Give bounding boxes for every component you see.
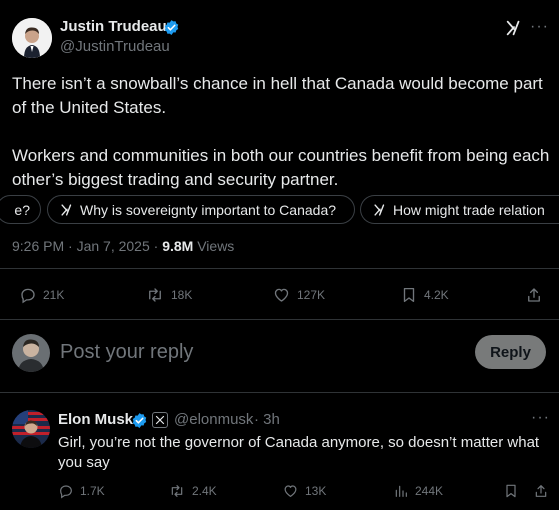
author-handle[interactable]: @JustinTrudeau <box>60 38 170 55</box>
grok-chip-label: e? <box>14 201 30 218</box>
bookmark-count: 4.2K <box>424 288 449 302</box>
views-action[interactable]: 244K <box>393 483 443 499</box>
grok-chip-trade[interactable]: How might trade relation <box>360 195 559 224</box>
share-icon <box>535 485 547 497</box>
user-avatar[interactable] <box>12 334 50 372</box>
grok-chip-label: How might trade relation <box>393 201 545 218</box>
affiliate-x-badge-icon <box>152 412 168 428</box>
reply-author-name[interactable]: Elon Musk <box>58 411 133 428</box>
share-action[interactable] <box>525 286 543 304</box>
repost-icon <box>171 485 183 497</box>
tweet-meta: 9:26 PM · Jan 7, 2025 · 9.8M Views <box>12 238 234 254</box>
views-count: 244K <box>415 484 444 498</box>
reply-text: Girl, you’re not the governor of Canada … <box>58 433 548 473</box>
bookmark-action[interactable] <box>503 483 519 499</box>
tweet-text: There isn’t a snowball’s chance in hell … <box>12 72 552 192</box>
repost-count: 18K <box>171 288 193 302</box>
divider <box>0 268 559 269</box>
divider <box>0 319 559 320</box>
reply-text-line: Girl, you’re not the governor of Canada … <box>58 434 540 451</box>
bookmark-icon <box>506 484 516 498</box>
reply-count: 1.7K <box>80 484 105 498</box>
more-options-icon[interactable]: ··· <box>530 18 549 36</box>
grok-chip-sovereignty[interactable]: Why is sovereignty important to Canada? <box>47 195 355 224</box>
tweet-text-line: other’s biggest trading and security par… <box>12 170 339 189</box>
grok-icon <box>60 203 74 217</box>
views-count: 9.8M <box>162 238 194 254</box>
reply-count: 21K <box>43 288 65 302</box>
avatar-image <box>12 18 52 58</box>
tweet-text-line: Workers and communities in both our coun… <box>12 146 550 165</box>
like-action[interactable]: 127K <box>272 286 325 304</box>
repost-action[interactable]: 18K <box>145 286 192 304</box>
divider <box>0 392 559 393</box>
views-label: Views <box>197 238 235 254</box>
tweet-timestamp[interactable]: 9:26 PM · Jan 7, 2025 · <box>12 238 158 254</box>
verified-badge-icon <box>131 412 148 429</box>
avatar-image <box>12 334 50 372</box>
author-avatar[interactable] <box>12 18 52 58</box>
tweet-text-line: There isn’t a snowball’s chance in hell … <box>12 74 543 93</box>
reply-time[interactable]: · 3h <box>254 411 280 428</box>
tweet-text-line: of the United States. <box>12 98 167 117</box>
like-action[interactable]: 13K <box>282 483 326 499</box>
avatar-image <box>12 410 50 448</box>
verified-badge-icon <box>163 19 180 36</box>
reply-action[interactable]: 21K <box>19 286 64 304</box>
reply-icon <box>60 485 72 499</box>
share-action[interactable] <box>533 483 549 499</box>
grok-icon[interactable] <box>505 19 523 37</box>
bookmark-action[interactable]: 4.2K <box>400 286 449 304</box>
bookmark-icon <box>403 287 415 303</box>
repost-icon <box>149 288 161 302</box>
reply-icon <box>21 288 35 304</box>
reply-input[interactable]: Post your reply <box>60 341 193 364</box>
repost-action[interactable]: 2.4K <box>168 483 217 499</box>
analytics-icon <box>395 485 407 497</box>
reply-action[interactable]: 1.7K <box>58 483 105 499</box>
grok-chip-label: Why is sovereignty important to Canada? <box>80 201 337 218</box>
reply-button[interactable]: Reply <box>475 335 546 369</box>
author-name[interactable]: Justin Trudeau <box>60 18 167 35</box>
grok-icon <box>373 203 387 217</box>
like-count: 127K <box>297 288 326 302</box>
reply-author-handle[interactable]: @elonmusk <box>174 411 253 428</box>
repost-count: 2.4K <box>192 484 217 498</box>
more-options-icon[interactable]: ··· <box>531 409 550 427</box>
heart-icon <box>274 288 289 302</box>
grok-chip-partial[interactable]: e? <box>0 195 41 224</box>
reply-text-line: you say <box>58 454 110 471</box>
heart-icon <box>284 485 297 497</box>
reply-author-avatar[interactable] <box>12 410 50 448</box>
share-icon <box>528 288 540 302</box>
like-count: 13K <box>305 484 327 498</box>
